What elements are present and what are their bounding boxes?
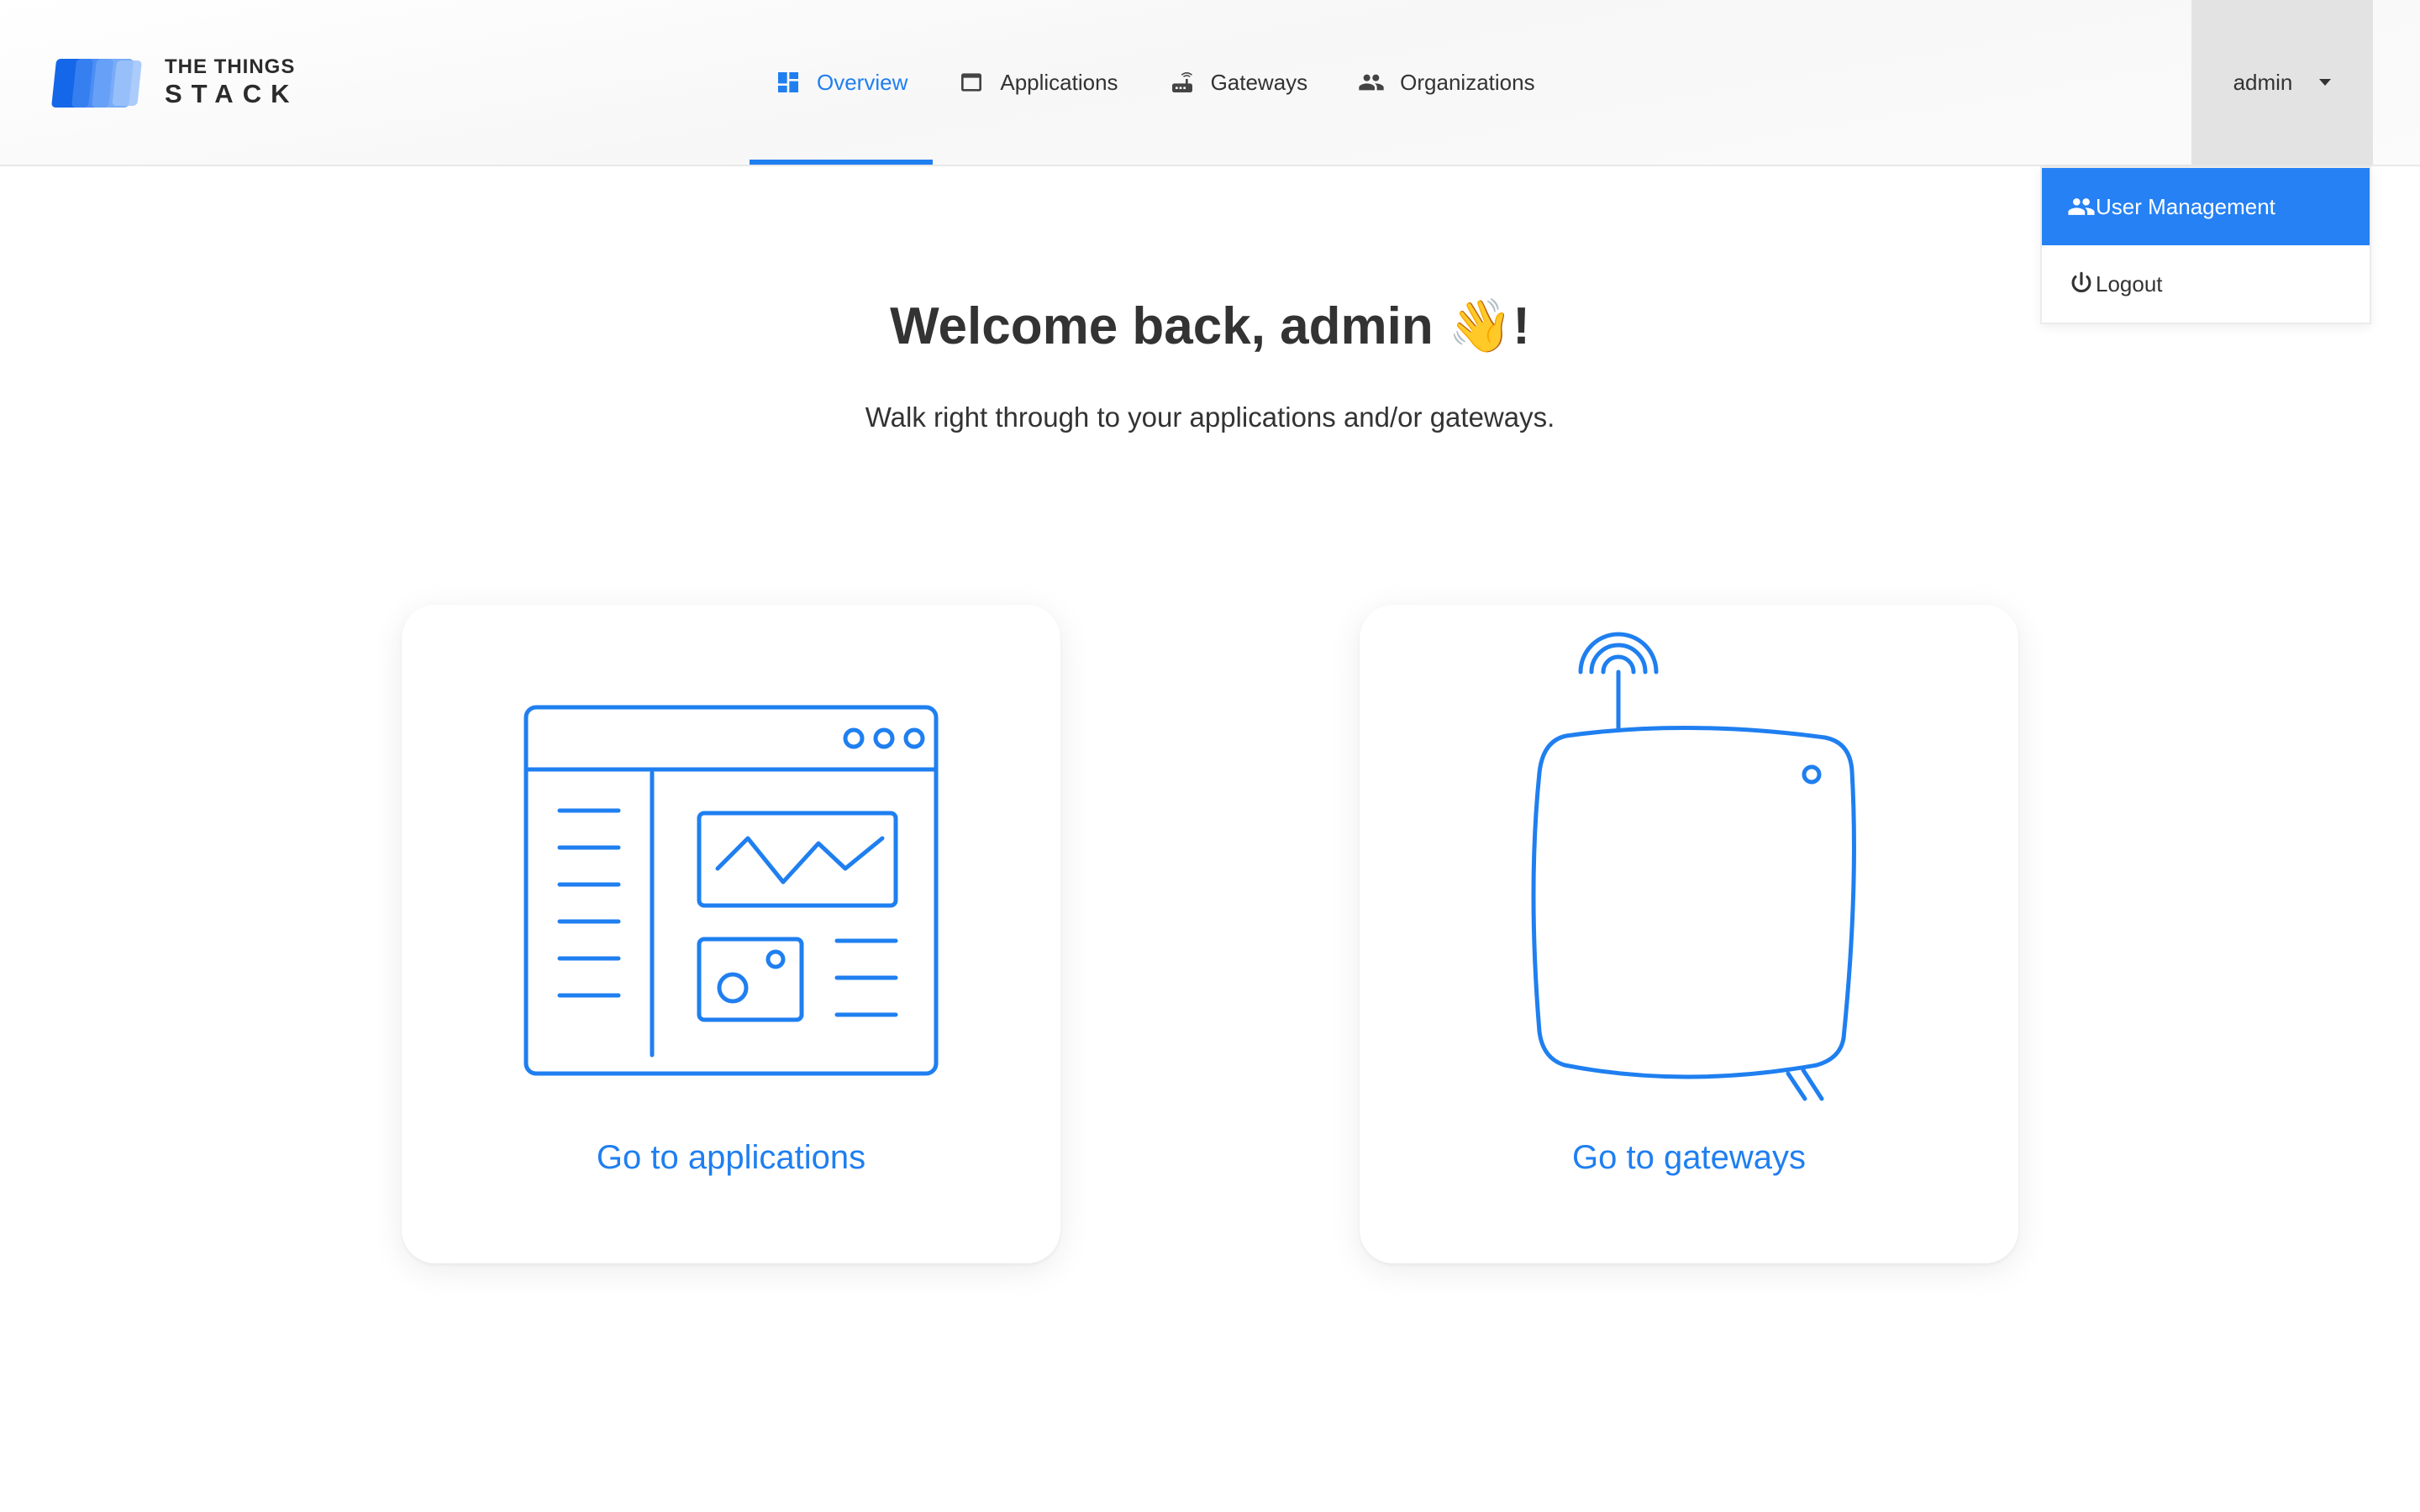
top-navigation-bar: THE THINGS STACK Overview Applications G…	[0, 0, 2420, 166]
nav-item-applications[interactable]: Applications	[933, 0, 1143, 165]
application-dashboard-icon	[523, 705, 939, 1076]
dashboard-icon	[778, 72, 798, 92]
nav-item-label: Gateways	[1210, 69, 1308, 95]
nav-item-label: Applications	[1000, 69, 1118, 95]
user-menu-button[interactable]: admin	[2191, 0, 2373, 165]
people-icon	[2068, 198, 2095, 215]
router-icon	[1171, 72, 1192, 92]
nav-item-gateways[interactable]: Gateways	[1144, 0, 1334, 165]
gateway-device-icon	[1531, 632, 1856, 1101]
go-to-applications-link[interactable]: Go to applications	[402, 1139, 1060, 1177]
people-icon	[1359, 74, 1384, 91]
welcome-text: Welcome back, admin	[890, 297, 1434, 355]
caret-down-icon	[2319, 79, 2332, 86]
welcome-subtitle: Walk right through to your applications …	[865, 402, 1555, 433]
go-to-gateways-card[interactable]: Go to gateways	[1360, 605, 2018, 1263]
user-name: admin	[2233, 69, 2293, 95]
nav-item-label: Organizations	[1400, 69, 1535, 95]
brand-line-2: STACK	[165, 79, 299, 108]
brand-line-1: THE THINGS	[165, 55, 296, 78]
application-window-icon	[961, 73, 982, 92]
menu-item-user-management[interactable]: User Management	[2042, 168, 2370, 245]
menu-item-label: User Management	[2096, 193, 2275, 219]
go-to-applications-card[interactable]: Go to applications	[402, 605, 1060, 1263]
menu-item-label: Logout	[2096, 270, 2163, 297]
power-icon	[2071, 271, 2091, 293]
brand-logo[interactable]: THE THINGS STACK	[47, 52, 294, 113]
main-nav: Overview Applications Gateways Organizat…	[750, 0, 1560, 165]
nav-item-label: Overview	[817, 69, 908, 95]
go-to-gateways-link[interactable]: Go to gateways	[1360, 1139, 2018, 1177]
nav-item-organizations[interactable]: Organizations	[1333, 0, 1560, 165]
welcome-heading: Welcome back, admin 👋!	[0, 296, 2420, 357]
waving-hand-emoji: 👋	[1448, 297, 1513, 355]
welcome-exclamation: !	[1512, 297, 1530, 355]
nav-item-overview[interactable]: Overview	[750, 0, 934, 165]
stack-logo-icon	[51, 59, 142, 108]
brand-wordmark: THE THINGS STACK	[165, 55, 299, 108]
